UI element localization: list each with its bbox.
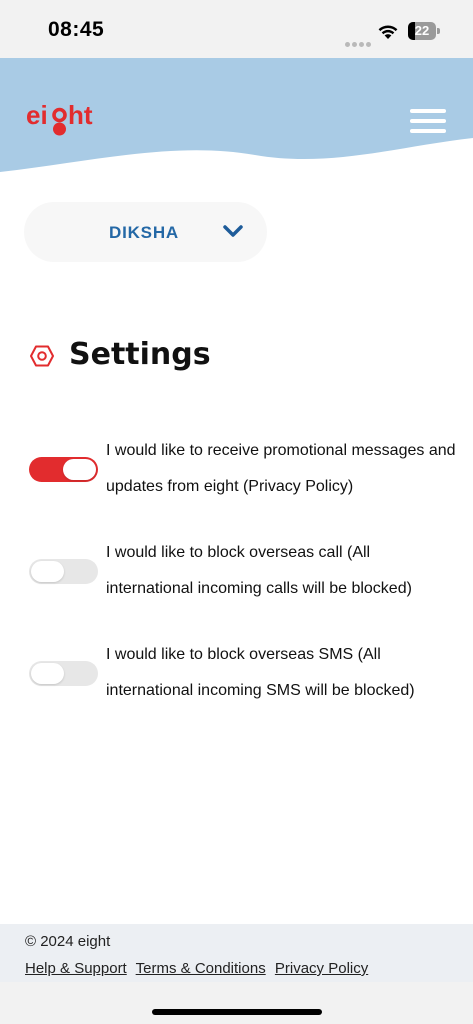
battery-level: 22 xyxy=(414,23,430,38)
svg-text:ht: ht xyxy=(68,100,93,130)
promotional-messages-toggle[interactable] xyxy=(29,457,98,482)
setting-label: I would like to block overseas call (All… xyxy=(106,544,412,597)
status-bar: 08:45 22 xyxy=(0,0,473,58)
help-support-link[interactable]: Help & Support xyxy=(25,960,127,977)
setting-label: I would like to block overseas SMS (All … xyxy=(106,646,415,699)
setting-label: I would like to receive promotional mess… xyxy=(106,442,456,495)
wifi-icon xyxy=(378,25,398,39)
account-selector[interactable]: DIKSHA xyxy=(24,202,267,262)
home-indicator-area xyxy=(0,982,473,1024)
svg-text:ei: ei xyxy=(26,100,48,130)
copyright-text: © 2024 eight xyxy=(25,933,111,950)
setting-row-overseas-call: I would like to block overseas call (All… xyxy=(0,534,473,614)
battery-icon: 22 xyxy=(408,22,440,40)
footer: © 2024 eight Help & Support Terms & Cond… xyxy=(0,924,473,982)
block-overseas-call-toggle[interactable] xyxy=(29,559,98,584)
settings-icon xyxy=(30,345,54,367)
block-overseas-sms-toggle[interactable] xyxy=(29,661,98,686)
chevron-down-icon xyxy=(223,225,243,237)
page-title: Settings xyxy=(69,337,211,372)
eight-logo[interactable]: ei ht xyxy=(26,98,106,140)
home-indicator[interactable] xyxy=(152,1009,322,1015)
app-header: ei ht xyxy=(0,58,473,183)
account-name: DIKSHA xyxy=(109,223,179,242)
signal-icon xyxy=(345,34,373,52)
footer-links: Help & Support Terms & Conditions Privac… xyxy=(25,960,373,977)
privacy-policy-link[interactable]: Privacy Policy xyxy=(275,960,368,977)
hamburger-menu-icon[interactable] xyxy=(410,107,448,135)
setting-row-promotional: I would like to receive promotional mess… xyxy=(0,432,473,512)
setting-row-overseas-sms: I would like to block overseas SMS (All … xyxy=(0,636,473,716)
status-time: 08:45 xyxy=(48,18,105,41)
terms-conditions-link[interactable]: Terms & Conditions xyxy=(136,960,266,977)
